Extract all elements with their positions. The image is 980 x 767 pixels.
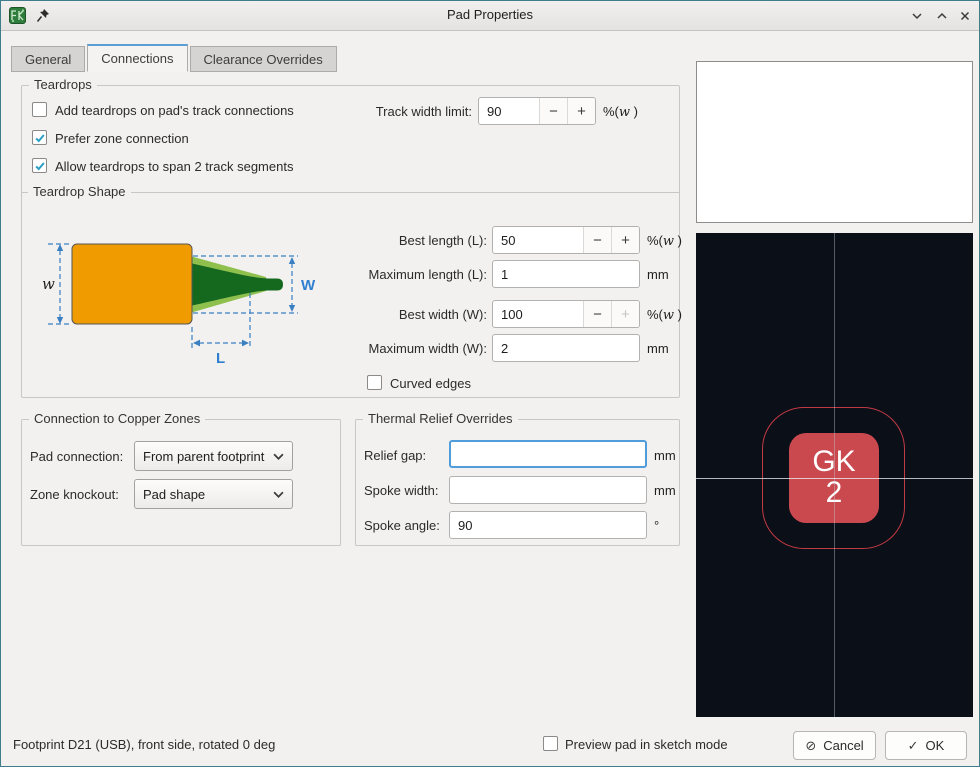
spoke-width-unit: mm	[654, 483, 676, 498]
add-teardrops-checkbox[interactable]	[32, 102, 47, 117]
zone-knockout-select[interactable]: Pad shape	[134, 479, 293, 509]
ok-icon: ✓	[908, 738, 919, 754]
best-width-input[interactable]	[493, 301, 583, 327]
best-width-unit: %(w )	[647, 307, 682, 323]
max-length-input[interactable]	[492, 260, 640, 288]
curved-edges-checkbox[interactable]	[367, 375, 382, 390]
allow-span-checkbox[interactable]	[32, 158, 47, 173]
diagram-W-label: W	[301, 277, 316, 294]
track-width-limit-unit: %(w )	[603, 104, 638, 120]
ok-button-label: OK	[926, 738, 945, 753]
prefer-zone-checkbox[interactable]	[32, 130, 47, 145]
best-length-spin: − +	[492, 226, 640, 254]
pad-connection-label: Pad connection:	[30, 449, 123, 464]
relief-gap-input[interactable]	[449, 440, 647, 468]
max-length-unit: mm	[647, 267, 669, 282]
chevron-down-icon	[911, 10, 923, 22]
max-width-unit: mm	[647, 341, 669, 356]
diagram-L-label: L	[216, 350, 225, 367]
pad-properties-dialog: Pad Properties General Connections Clear…	[0, 0, 980, 767]
thermal-relief-group: Thermal Relief Overrides Relief gap: mm …	[355, 419, 680, 546]
minus-button[interactable]: −	[583, 227, 611, 253]
pad-connection-select[interactable]: From parent footprint	[134, 441, 293, 471]
tab-connections-label: Connections	[101, 51, 173, 66]
window-close-button[interactable]	[954, 5, 975, 26]
sketch-mode-label: Preview pad in sketch mode	[565, 737, 728, 752]
copper-zones-group-label: Connection to Copper Zones	[29, 411, 205, 426]
spoke-angle-unit: °	[654, 518, 659, 533]
plus-button[interactable]: +	[611, 227, 639, 253]
plus-button[interactable]: +	[611, 301, 639, 327]
tab-connections[interactable]: Connections	[87, 44, 187, 72]
crosshair-horizontal-line	[696, 478, 973, 479]
best-length-unit: %(w )	[647, 233, 682, 249]
window-maximize-button[interactable]	[931, 5, 952, 26]
prefer-zone-label: Prefer zone connection	[55, 131, 189, 146]
parent-preview-panel	[696, 61, 973, 223]
spoke-angle-label: Spoke angle:	[364, 518, 440, 533]
close-icon	[959, 10, 971, 22]
tab-clearance-overrides-label: Clearance Overrides	[204, 52, 323, 67]
titlebar: Pad Properties	[1, 1, 979, 31]
ok-button[interactable]: ✓ OK	[885, 731, 967, 760]
thermal-relief-group-label: Thermal Relief Overrides	[363, 411, 518, 426]
teardrop-diagram: w W L	[40, 230, 332, 370]
cancel-button-label: Cancel	[823, 738, 863, 753]
pad-preview-canvas: GK 2	[696, 233, 973, 717]
relief-gap-label: Relief gap:	[364, 448, 426, 463]
best-length-label: Best length (L):	[347, 233, 487, 248]
track-width-limit-input[interactable]	[479, 98, 539, 124]
window-title: Pad Properties	[1, 7, 979, 22]
best-width-label: Best width (W):	[347, 307, 487, 322]
spoke-angle-input[interactable]	[449, 511, 647, 539]
spoke-width-input[interactable]	[449, 476, 647, 504]
relief-gap-unit: mm	[654, 448, 676, 463]
minus-button[interactable]: −	[539, 98, 567, 124]
check-icon	[34, 160, 46, 172]
teardrop-shape-label: Teardrop Shape	[28, 184, 131, 199]
chevron-down-icon	[273, 491, 284, 498]
sketch-mode-checkbox[interactable]	[543, 736, 558, 751]
best-width-spin: − +	[492, 300, 640, 328]
check-icon	[34, 132, 46, 144]
curved-edges-label: Curved edges	[390, 376, 471, 391]
status-text: Footprint D21 (USB), front side, rotated…	[13, 737, 275, 752]
track-width-limit-spin: − +	[478, 97, 596, 125]
cancel-button[interactable]: ⊘ Cancel	[793, 731, 876, 760]
diagram-w-label: w	[42, 275, 55, 293]
track-width-limit-label: Track width limit:	[337, 104, 472, 119]
tab-bar: General Connections Clearance Overrides	[11, 44, 339, 72]
spoke-width-label: Spoke width:	[364, 483, 438, 498]
diagram-pad-rect	[72, 244, 192, 324]
add-teardrops-label: Add teardrops on pad's track connections	[55, 103, 294, 118]
cancel-icon: ⊘	[805, 738, 816, 754]
minus-button[interactable]: −	[583, 301, 611, 327]
plus-button[interactable]: +	[567, 98, 595, 124]
copper-zones-group: Connection to Copper Zones Pad connectio…	[21, 419, 341, 546]
tab-general-label: General	[25, 52, 71, 67]
max-width-input[interactable]	[492, 334, 640, 362]
zone-knockout-label: Zone knockout:	[30, 487, 119, 502]
allow-span-label: Allow teardrops to span 2 track segments	[55, 159, 293, 174]
tab-clearance-overrides[interactable]: Clearance Overrides	[190, 46, 337, 72]
tab-general[interactable]: General	[11, 46, 85, 72]
crosshair-vertical-line	[834, 233, 835, 717]
pad-connection-value: From parent footprint	[143, 449, 264, 464]
teardrops-group: Teardrops Add teardrops on pad's track c…	[21, 85, 680, 398]
teardrops-group-label: Teardrops	[29, 77, 97, 92]
window-shade-button[interactable]	[906, 5, 927, 26]
best-length-input[interactable]	[493, 227, 583, 253]
max-width-label: Maximum width (W):	[347, 341, 487, 356]
max-length-label: Maximum length (L):	[347, 267, 487, 282]
chevron-up-icon	[936, 10, 948, 22]
zone-knockout-value: Pad shape	[143, 487, 205, 502]
chevron-down-icon	[273, 453, 284, 460]
